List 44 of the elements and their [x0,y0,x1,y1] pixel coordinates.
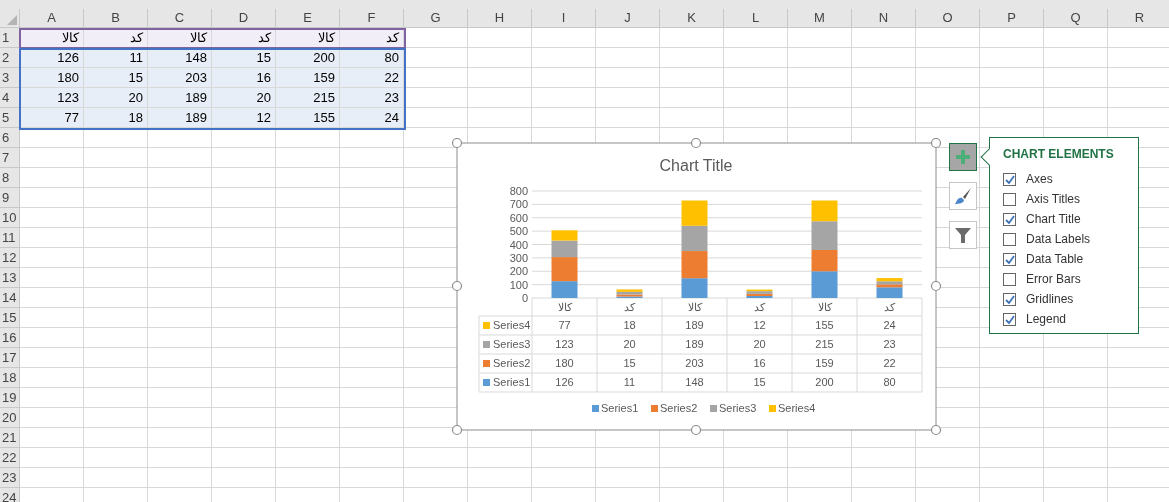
series-label: Series3 [493,338,531,350]
axis-label: 300 [509,251,528,264]
series-label: Series2 [493,357,531,369]
table-value: 12 [753,319,766,331]
axis-label: 800 [509,185,528,197]
axis-label: 400 [509,238,528,251]
table-value: 159 [815,357,834,369]
table-value: 16 [753,357,766,369]
category-label: کد [754,301,765,313]
table-value: 126 [555,376,574,388]
category-label: کد [884,301,895,313]
table-value: 155 [815,319,834,331]
category-label: کد [624,301,635,313]
table-value: 18 [623,319,636,331]
table-value: 189 [685,338,704,350]
table-value: 11 [623,376,636,388]
category-label: کالا [687,301,702,313]
table-value: 20 [753,338,766,350]
table-value: 123 [555,338,574,350]
table-value: 215 [815,338,834,350]
axis-label: 100 [509,278,528,291]
table-value: 148 [685,376,704,388]
series-label: Series1 [493,376,531,388]
axis-label: 600 [509,211,528,224]
table-value: 200 [815,376,834,388]
table-value: 23 [883,338,896,350]
table-value: 180 [555,357,574,369]
axis-label: 200 [509,265,528,278]
table-value: 77 [558,319,571,331]
panel-title: CHART ELEMENTS [1003,146,1115,163]
table-value: 189 [685,319,704,331]
table-value: 80 [883,376,896,388]
table-value: 15 [753,376,766,388]
series-label: Series4 [493,319,531,331]
axis-label: 500 [509,225,528,238]
table-value: 22 [883,357,896,369]
table-value: 15 [623,357,636,369]
category-label: کالا [557,301,572,313]
table-value: 24 [883,319,896,331]
table-value: 203 [685,357,704,369]
table-value: 20 [623,338,636,350]
axis-label: 0 [521,292,528,304]
category-label: کالا [817,301,832,313]
axis-label: 700 [509,198,528,211]
